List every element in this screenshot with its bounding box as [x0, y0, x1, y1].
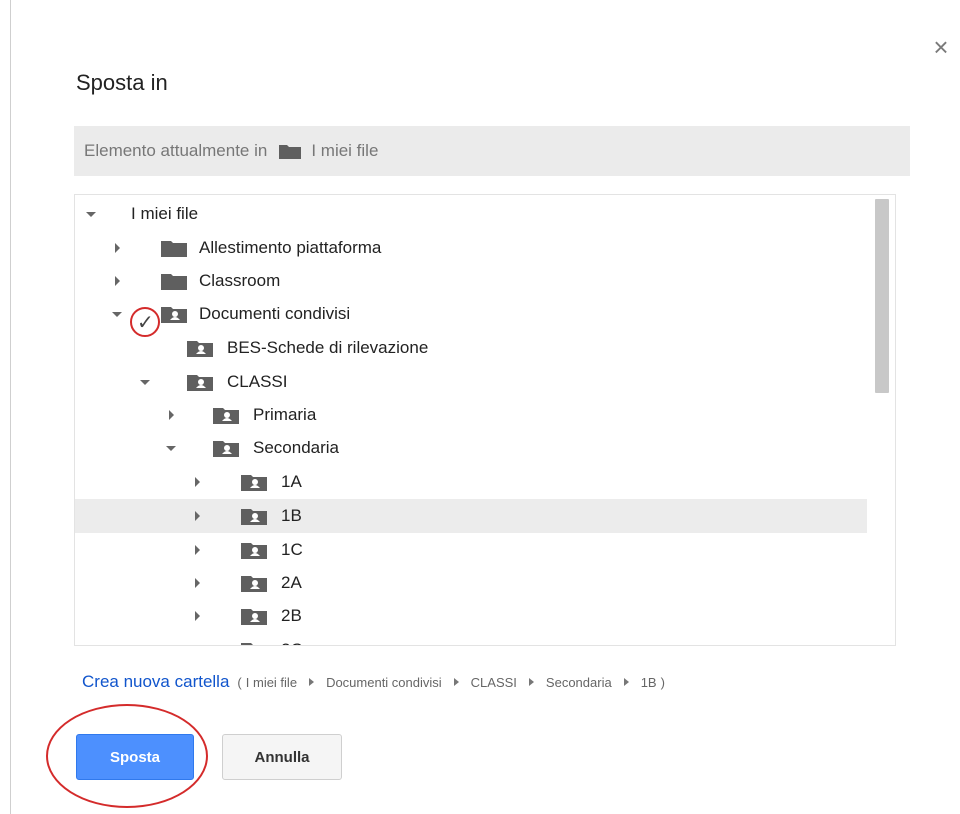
breadcrumb-item: I miei file [245, 675, 298, 690]
breadcrumb-item: 1B [640, 675, 657, 690]
chevron-down-icon[interactable] [165, 442, 177, 454]
chevron-down-icon[interactable] [85, 208, 97, 220]
tree-item-label: Allestimento piattaforma [199, 238, 382, 257]
chevron-right-icon[interactable] [111, 275, 123, 287]
tree-item-label: 2C [281, 640, 303, 645]
tree-item-label: Primaria [253, 405, 317, 424]
tree-item[interactable]: 1C [75, 533, 867, 567]
chevron-right-icon [453, 678, 459, 686]
shared-folder-icon [241, 643, 267, 645]
chevron-right-icon [528, 678, 534, 686]
tree-item-selected[interactable]: 1B [75, 499, 867, 533]
chevron-right-icon [623, 678, 629, 686]
cancel-button[interactable]: Annulla [222, 734, 342, 780]
folder-icon [161, 274, 187, 290]
shared-folder-icon [241, 509, 267, 525]
chevron-right-icon[interactable] [191, 610, 203, 622]
tree-item[interactable]: 2A [75, 566, 867, 600]
shared-folder-icon [241, 543, 267, 559]
tree-item-root[interactable]: I miei file [75, 197, 867, 231]
current-location-name: I miei file [311, 141, 379, 160]
breadcrumb-item: Documenti condivisi [326, 675, 442, 690]
breadcrumb-item: CLASSI [470, 675, 517, 690]
chevron-right-icon[interactable] [111, 242, 123, 254]
tree-item[interactable]: Secondaria [75, 431, 867, 465]
tree-item-label: BES-Schede di rilevazione [227, 338, 429, 357]
tree-item-label: I miei file [131, 204, 199, 223]
chevron-right-icon[interactable] [191, 577, 203, 589]
shared-folder-icon [241, 576, 267, 592]
chevron-right-icon[interactable] [191, 544, 203, 556]
chevron-right-icon[interactable] [191, 510, 203, 522]
chevron-down-icon[interactable] [111, 308, 123, 320]
breadcrumb-item: Secondaria [545, 675, 612, 690]
shared-folder-icon [161, 307, 187, 323]
tree-item[interactable]: Documenti condivisi [75, 297, 867, 331]
shared-folder-icon [241, 609, 267, 625]
folder-tree[interactable]: I miei file Allestimento piattaforma Cla… [74, 194, 896, 646]
tree-item-label: Secondaria [253, 438, 340, 457]
tree-item-label: 1B [281, 506, 302, 525]
shared-folder-icon [187, 341, 213, 357]
close-icon[interactable]: × [928, 34, 954, 60]
tree-item-label: Documenti condivisi [199, 304, 351, 323]
create-folder-link[interactable]: Crea nuova cartella [82, 672, 229, 692]
current-location-bar: Elemento attualmente in I miei file [74, 126, 910, 176]
folder-icon [161, 241, 187, 257]
dialog-border [10, 0, 11, 814]
shared-folder-icon [213, 441, 239, 457]
shared-folder-icon [187, 375, 213, 391]
dialog-title: Sposta in [76, 70, 168, 95]
annotation-circle [46, 704, 208, 808]
tree-item-label: Classroom [199, 271, 281, 290]
tree-item-label: 1A [281, 472, 302, 491]
chevron-right-icon[interactable] [165, 409, 177, 421]
tree-item[interactable]: Classroom [75, 264, 867, 298]
tree-item-label: CLASSI [227, 372, 288, 391]
tree-item-label: 1C [281, 540, 303, 559]
tree-item-label: 2A [281, 573, 302, 592]
tree-item-label: 2B [281, 606, 302, 625]
tree-item[interactable]: 2B [75, 599, 867, 633]
tree-item[interactable]: BES-Schede di rilevazione [75, 331, 867, 365]
chevron-right-icon[interactable] [191, 644, 203, 645]
tree-item[interactable]: Allestimento piattaforma [75, 231, 867, 265]
shared-folder-icon [213, 408, 239, 424]
folder-icon [279, 145, 302, 159]
current-location-prefix: Elemento attualmente in [84, 141, 268, 160]
tree-item[interactable]: Primaria [75, 398, 867, 432]
shared-folder-icon [241, 475, 267, 491]
checkmark-icon: ✓ [137, 312, 154, 334]
tree-item[interactable]: CLASSI [75, 365, 867, 399]
chevron-right-icon [309, 678, 315, 686]
chevron-down-icon[interactable] [139, 376, 151, 388]
destination-path: Crea nuova cartella ( I miei file Docume… [82, 672, 665, 692]
tree-item[interactable]: 1A [75, 465, 867, 499]
tree-scrollbar[interactable] [875, 199, 889, 393]
tree-item-partial[interactable]: 2C [75, 633, 867, 645]
chevron-right-icon[interactable] [191, 476, 203, 488]
